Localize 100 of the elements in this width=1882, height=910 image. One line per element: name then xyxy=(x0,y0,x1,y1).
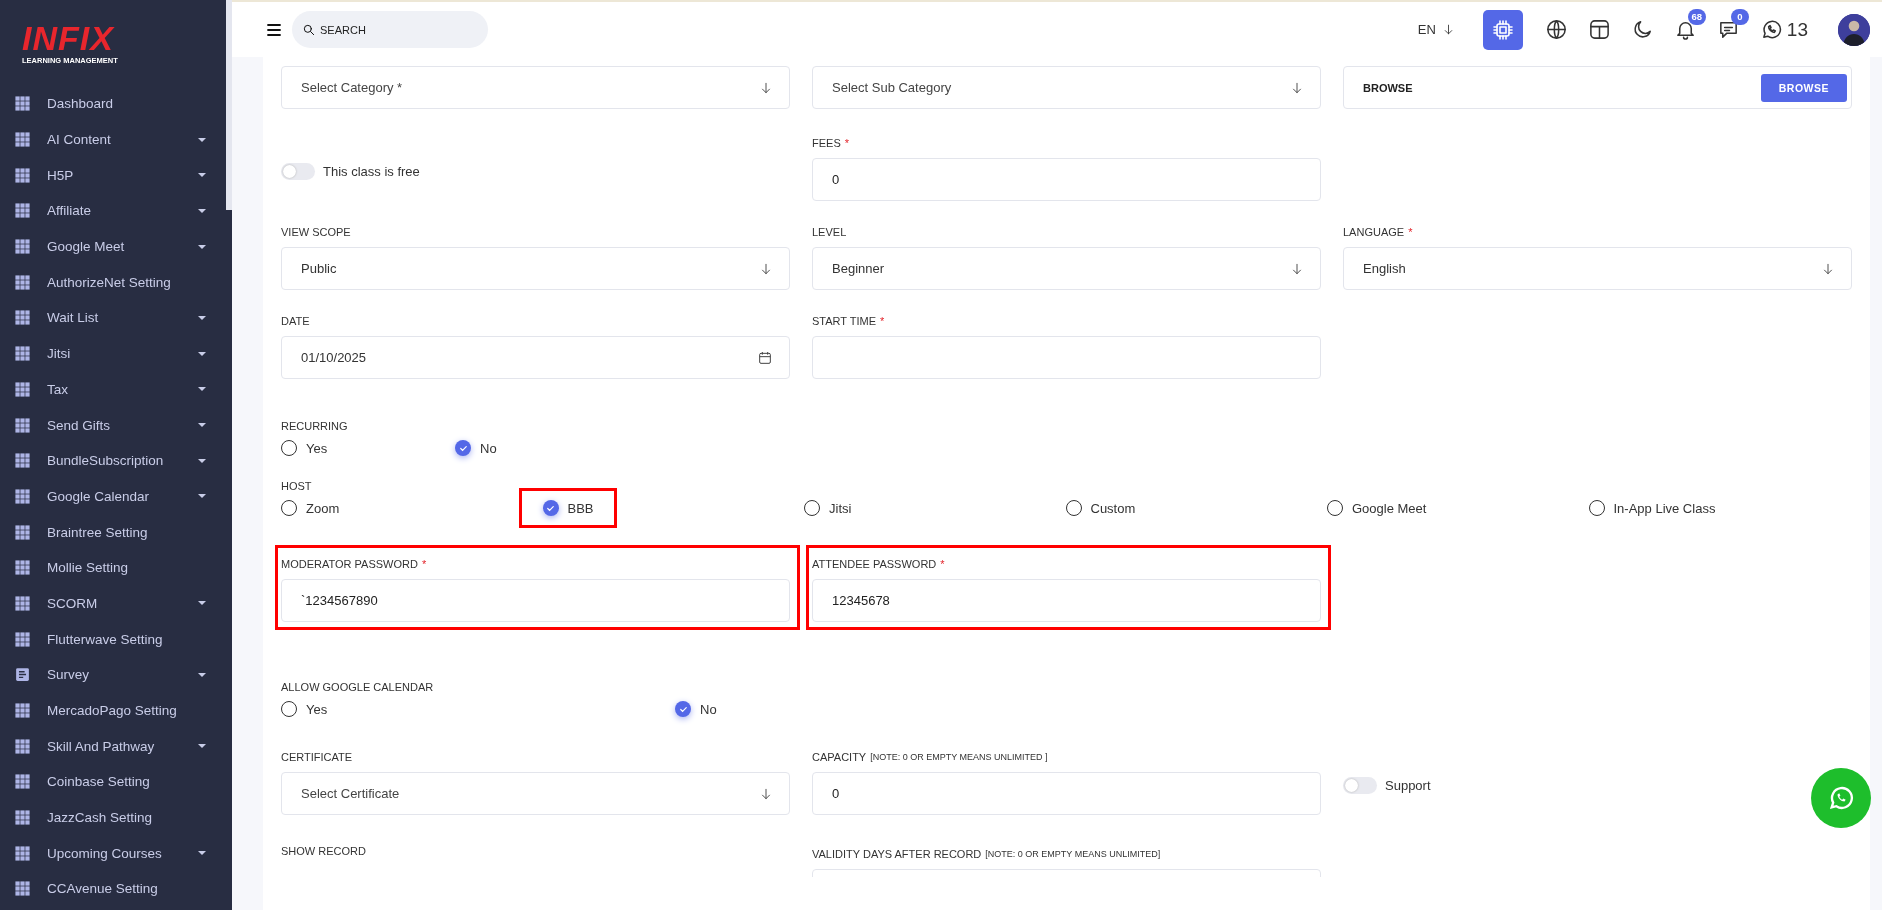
date-field[interactable]: 01/10/2025 xyxy=(281,336,790,379)
select-field[interactable]: English xyxy=(1343,247,1852,290)
search-icon xyxy=(302,23,316,37)
sidebar-item[interactable]: Tax xyxy=(0,371,226,408)
radio-option[interactable]: Yes xyxy=(281,698,328,720)
layout-icon[interactable] xyxy=(1587,18,1611,41)
input-field[interactable]: 12345678 xyxy=(812,579,1321,622)
sidebar-item[interactable]: SCORM xyxy=(0,585,226,622)
calendar-icon[interactable] xyxy=(757,349,773,366)
radio-option[interactable]: Zoom xyxy=(281,497,340,519)
toggle-switch[interactable] xyxy=(1343,777,1377,794)
arrow-down-icon xyxy=(1821,261,1835,276)
required-mark: * xyxy=(940,558,945,570)
radio-option[interactable]: Custom xyxy=(1065,497,1136,519)
whatsapp-icon xyxy=(1827,784,1855,812)
caret-icon xyxy=(198,244,206,249)
select-field[interactable]: Public xyxy=(281,247,790,290)
sidebar-item[interactable]: Jitsi xyxy=(0,335,226,372)
field-label: CERTIFICATE xyxy=(281,751,353,763)
avatar[interactable] xyxy=(1838,13,1870,46)
grid-icon xyxy=(14,523,31,541)
select-field[interactable]: Beginner xyxy=(812,247,1321,290)
scrollbar[interactable] xyxy=(226,0,232,210)
sidebar-item[interactable]: H5P xyxy=(0,157,226,194)
radio-option[interactable]: Jitsi xyxy=(804,497,852,519)
grid-icon xyxy=(14,702,31,720)
arrow-down-icon xyxy=(759,80,773,95)
field-label: VALIDITY DAYS AFTER RECORD xyxy=(812,848,982,860)
radio-option[interactable]: No xyxy=(455,437,497,459)
logo-text: INFIX xyxy=(22,21,114,55)
radio-button[interactable] xyxy=(542,500,559,516)
radio-option[interactable]: Google Meet xyxy=(1327,497,1427,519)
sidebar-item[interactable]: AuthorizeNet Setting xyxy=(0,264,226,301)
caret-icon xyxy=(198,672,206,677)
select-field[interactable]: Select Sub Category xyxy=(812,66,1321,109)
field-label: FEES xyxy=(812,137,841,149)
radio-button[interactable] xyxy=(455,440,471,456)
caret-icon xyxy=(198,315,206,320)
sidebar-item[interactable]: Mollie Setting xyxy=(0,549,226,586)
field-label: START TIME xyxy=(812,315,876,327)
arrow-down-icon xyxy=(759,261,773,276)
field-label: ATTENDEE PASSWORD xyxy=(812,558,937,570)
grid-icon xyxy=(14,416,31,434)
field-label: CAPACITY xyxy=(812,751,867,763)
language-selector[interactable]: EN xyxy=(1417,22,1455,37)
sidebar-item[interactable]: CCAvenue Setting xyxy=(0,871,226,907)
field-label: LEVEL xyxy=(812,226,847,238)
group-label: ALLOW GOOGLE CALENDAR xyxy=(281,680,435,695)
input-field[interactable]: `1234567890 xyxy=(281,579,790,622)
sidebar-item[interactable]: Affiliate xyxy=(0,193,226,229)
required-mark: * xyxy=(421,558,427,570)
file-field[interactable]: BROWSE BROWSE xyxy=(1343,66,1852,109)
radio-button[interactable] xyxy=(675,701,691,717)
required-mark: * xyxy=(1408,226,1413,238)
grid-icon xyxy=(14,773,31,791)
group-label: RECURRING xyxy=(281,419,349,434)
radio-option[interactable]: In-App Live Class xyxy=(1588,497,1716,519)
grid-icon xyxy=(14,202,31,220)
radio-option[interactable]: No xyxy=(675,698,717,720)
caret-icon xyxy=(198,458,206,463)
grid-icon xyxy=(14,380,31,398)
sidebar-item[interactable]: MercadoPago Setting xyxy=(0,692,226,729)
sidebar-item[interactable]: Wait List xyxy=(0,300,226,336)
radio-option[interactable]: BBB xyxy=(542,497,594,519)
grid-icon xyxy=(14,809,31,827)
sidebar-item[interactable]: Dashboard xyxy=(0,86,226,122)
input-field[interactable] xyxy=(812,336,1321,379)
sidebar-item[interactable]: Braintree Setting xyxy=(0,514,226,550)
sidebar-item[interactable]: JazzCash Setting xyxy=(0,799,226,836)
ai-button[interactable] xyxy=(1482,9,1523,50)
sidebar-item[interactable]: Send Gifts xyxy=(0,407,226,443)
grid-icon xyxy=(14,594,31,612)
browse-button[interactable]: BROWSE xyxy=(1760,73,1847,102)
select-field[interactable]: Select Certificate xyxy=(281,772,790,815)
radio-option[interactable]: Yes xyxy=(281,437,328,459)
grid-icon xyxy=(14,630,31,648)
caret-icon xyxy=(198,137,206,142)
sidebar-item[interactable]: Survey xyxy=(0,657,226,693)
sidebar-item[interactable]: Upcoming Courses xyxy=(0,835,226,872)
sidebar-item[interactable]: Google Meet xyxy=(0,228,226,265)
sidebar-item[interactable]: AI Content xyxy=(0,121,226,158)
input-field[interactable]: 0 xyxy=(812,772,1321,815)
field-note: [NOTE: 0 OR EMPTY MEANS UNLIMITED ] xyxy=(870,752,1048,762)
caret-icon xyxy=(198,351,206,356)
sidebar-item[interactable]: Skill And Pathway xyxy=(0,728,226,765)
grid-icon xyxy=(14,238,31,256)
field-label: VIEW SCOPE xyxy=(281,226,351,238)
select-field[interactable]: Select Category * xyxy=(281,66,790,109)
grid-icon xyxy=(14,880,31,898)
field-note: [NOTE: 0 OR EMPTY MEANS UNLIMITED] xyxy=(985,849,1161,859)
grid-icon xyxy=(14,559,31,577)
grid-icon xyxy=(14,452,31,470)
sidebar-item[interactable]: Google Calendar xyxy=(0,478,226,515)
sidebar-item[interactable]: BundleSubscription xyxy=(0,442,226,479)
search-field[interactable]: SEARCH xyxy=(292,11,488,48)
globe-icon[interactable] xyxy=(1544,18,1568,41)
sidebar-item[interactable]: Coinbase Setting xyxy=(0,764,226,800)
toggle-switch[interactable] xyxy=(281,163,315,180)
input-field[interactable]: 0 xyxy=(812,158,1321,201)
sidebar-item[interactable]: Flutterwave Setting xyxy=(0,621,226,657)
